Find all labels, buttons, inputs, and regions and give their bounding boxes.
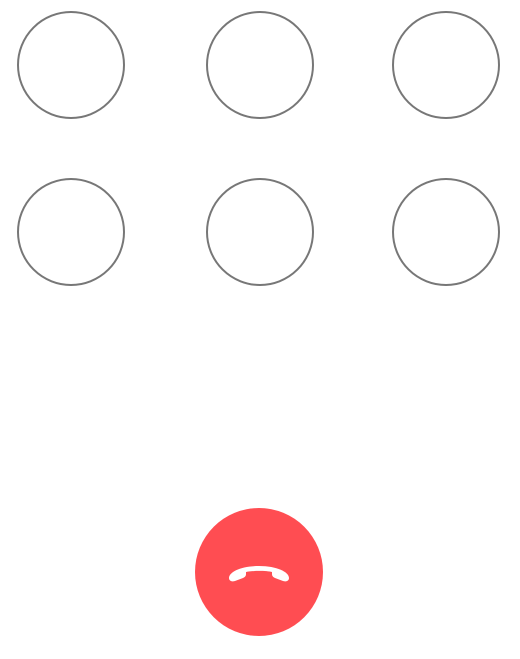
phone-hangup-icon [229,566,289,582]
call-control-button-3[interactable] [392,11,500,119]
call-control-button-5[interactable] [206,178,314,286]
call-control-button-2[interactable] [206,11,314,119]
end-call-button[interactable] [195,508,323,636]
call-control-button-6[interactable] [392,178,500,286]
call-control-button-4[interactable] [17,178,125,286]
call-control-button-1[interactable] [17,11,125,119]
